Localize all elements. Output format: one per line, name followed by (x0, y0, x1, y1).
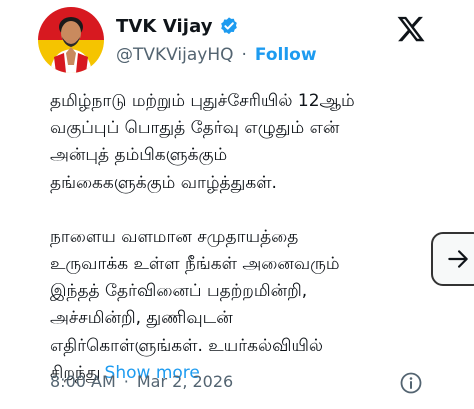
author-name-row: TVK Vijay (116, 14, 239, 38)
handle-row: @TVKVijayHQ · Follow (116, 44, 317, 66)
tweet-line: அன்புத் தம்பிகளுக்கும் (50, 145, 228, 166)
avatar-portrait (50, 17, 92, 73)
info-icon[interactable] (399, 371, 423, 395)
x-logo-icon[interactable] (396, 14, 426, 44)
tweet-line: தமிழ்நாடு மற்றும் புதுச்சேரியில் 12ஆம் (50, 91, 355, 111)
tweet-card: TVK Vijay @TVKVijayHQ · Follow தமிழ்நாடு… (0, 0, 474, 409)
tweet-timestamp[interactable]: 8:00 AM · Mar 2, 2026 (50, 372, 233, 391)
tweet-date: Mar 2, 2026 (136, 372, 234, 391)
separator-dot: · (123, 372, 129, 391)
tweet-line: தங்கைகளுக்கும் வாழ்த்துகள். (50, 172, 277, 193)
tweet-text: தமிழ்நாடு மற்றும் புதுச்சேரியில் 12ஆம் வ… (50, 88, 440, 387)
display-name[interactable]: TVK Vijay (116, 16, 213, 37)
tweet-time: 8:00 AM (50, 372, 116, 391)
verified-badge-icon (219, 16, 239, 36)
follow-button[interactable]: Follow (255, 45, 317, 65)
tweet-line: இந்தத் தேர்வினைப் பதற்றமின்றி, (50, 281, 308, 302)
tweet-line: நாளைய வளமான சமுதாயத்தை (50, 226, 299, 247)
avatar[interactable] (38, 7, 104, 73)
tweet-line: எதிர்கொள்ளுங்கள். உயர்கல்வியில் (50, 335, 324, 356)
tweet-line: வகுப்புப் பொதுத் தேர்வு எழுதும் என் (50, 118, 340, 139)
tweet-line: அச்சமின்றி, துணிவுடன் (50, 308, 233, 329)
author-handle[interactable]: @TVKVijayHQ (116, 45, 234, 65)
tweet-line: உருவாக்க உள்ள நீங்கள் அனைவரும் (50, 254, 340, 275)
next-button[interactable] (431, 232, 474, 286)
arrow-right-icon (448, 250, 468, 268)
separator-dot: · (241, 45, 247, 65)
